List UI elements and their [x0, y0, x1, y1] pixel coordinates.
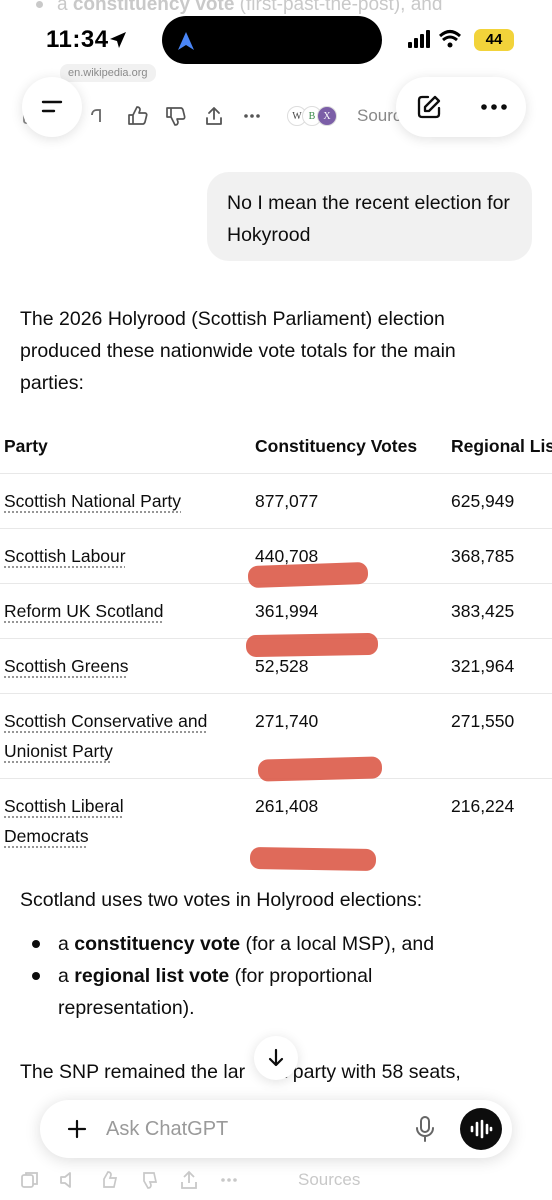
party-link[interactable]: Scottish Labour [4, 541, 126, 571]
red-scribble-annotation [250, 847, 376, 871]
scroll-to-bottom-button[interactable] [254, 1036, 298, 1080]
battery-indicator: 44 [474, 29, 514, 51]
regional-votes: 625,949 [451, 486, 514, 516]
table-row: Scottish National Party 877,077 625,949 [0, 473, 552, 529]
party-link[interactable]: Scottish Greens [4, 651, 129, 681]
faded-text-bold: constituency vote [73, 0, 235, 15]
status-time: 11:34 [46, 26, 109, 54]
votes-intro: Scotland uses two votes in Holyrood elec… [20, 884, 422, 916]
list-item: a constituency vote (for a local MSP), a… [28, 928, 508, 960]
source-badges[interactable]: W B X [292, 106, 337, 126]
column-header-regional: Regional Lis [451, 436, 552, 457]
edit-icon [415, 93, 443, 121]
list-item-suffix: (for a local MSP), and [240, 933, 434, 955]
snp-summary-line: The SNP remained the lar st party with 5… [20, 1056, 461, 1088]
vote-types-list: a constituency vote (for a local MSP), a… [28, 928, 508, 1024]
regional-votes: 216,224 [451, 791, 514, 821]
hamburger-icon [39, 97, 65, 117]
red-scribble-annotation [246, 633, 378, 657]
menu-button[interactable] [22, 77, 82, 137]
party-link[interactable]: Scottish National Party [4, 486, 181, 516]
message-input[interactable] [106, 1116, 396, 1142]
party-link-continued[interactable]: Democrats [4, 821, 89, 851]
constituency-votes: 877,077 [255, 486, 318, 516]
more-horizontal-icon[interactable] [218, 1170, 240, 1190]
constituency-votes: 271,740 [255, 706, 318, 736]
navigation-arrow-icon [176, 30, 196, 52]
source-chip[interactable]: en.wikipedia.org [60, 64, 156, 82]
table-header-row: Party Constituency Votes Regional Lis [0, 418, 552, 474]
red-scribble-annotation [258, 756, 383, 781]
speaker-icon[interactable] [88, 104, 112, 128]
regional-votes: 368,785 [451, 541, 514, 571]
microphone-icon [415, 1115, 435, 1143]
list-item-prefix: a [58, 965, 74, 987]
thumbs-down-icon[interactable] [138, 1170, 160, 1190]
arrow-down-icon [266, 1047, 286, 1069]
party-link[interactable]: Scottish Conservative and [4, 706, 207, 736]
share-icon[interactable] [178, 1170, 200, 1190]
thumbs-down-icon[interactable] [164, 104, 188, 128]
header-actions [396, 77, 526, 137]
assistant-intro: The 2026 Holyrood (Scottish Parliament) … [20, 303, 520, 399]
speaker-icon[interactable] [58, 1170, 80, 1190]
column-header-party: Party [4, 436, 48, 457]
party-link[interactable]: Reform UK Scotland [4, 596, 164, 626]
constituency-votes: 361,994 [255, 596, 318, 626]
more-horizontal-icon[interactable] [240, 104, 264, 128]
signal-wifi-icon [408, 28, 468, 50]
plus-icon [66, 1118, 88, 1140]
copy-icon[interactable] [20, 1170, 40, 1190]
list-item-bold: constituency vote [74, 933, 240, 955]
thumbs-up-icon[interactable] [126, 104, 150, 128]
regional-votes: 271,550 [451, 706, 514, 736]
share-icon[interactable] [202, 104, 226, 128]
constituency-votes: 261,408 [255, 791, 318, 821]
thumbs-up-icon[interactable] [98, 1170, 120, 1190]
more-options-button[interactable] [480, 103, 508, 111]
list-item: a regional list vote (for proportional r… [28, 960, 508, 1024]
regional-votes: 383,425 [451, 596, 514, 626]
more-horizontal-icon [480, 103, 508, 111]
faded-bullet-line: a constituency vote (first-past-the-post… [36, 0, 442, 16]
location-arrow-icon [108, 30, 128, 50]
faded-text-prefix: a [57, 0, 73, 15]
sources-label[interactable]: Sources [298, 1170, 360, 1190]
bullet-dot [36, 1, 43, 8]
dictate-button[interactable] [412, 1113, 438, 1145]
message-actions-bottom: Sources [20, 1170, 360, 1190]
red-scribble-annotation [248, 562, 369, 588]
column-header-constituency: Constituency Votes [255, 436, 417, 457]
voice-mode-button[interactable] [460, 1108, 502, 1150]
table-row: Reform UK Scotland 361,994 383,425 [0, 583, 552, 639]
user-message-bubble: No I mean the recent election for Hokyro… [207, 172, 532, 261]
new-chat-button[interactable] [415, 93, 443, 121]
party-link[interactable]: Scottish Liberal [4, 791, 124, 821]
attach-button[interactable] [60, 1112, 94, 1146]
regional-votes: 321,964 [451, 651, 514, 681]
party-link-continued[interactable]: Unionist Party [4, 736, 113, 766]
list-item-prefix: a [58, 933, 74, 955]
faded-text-suffix: (first-past-the-post), and [234, 0, 442, 15]
list-item-bold: regional list vote [74, 965, 229, 987]
voice-waveform-icon [469, 1119, 493, 1139]
source-badge: X [317, 106, 337, 126]
